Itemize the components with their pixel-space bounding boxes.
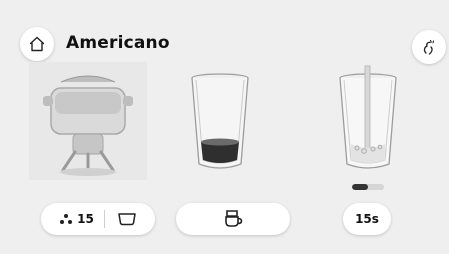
progress-fill xyxy=(352,184,368,190)
glass-espresso-icon xyxy=(191,73,249,169)
cup-size-selector[interactable] xyxy=(105,212,137,226)
strength-selector[interactable]: 15 xyxy=(59,212,104,226)
coffee-cup-icon xyxy=(225,210,243,227)
time-label: 15s xyxy=(355,212,379,226)
time-button[interactable]: 15s xyxy=(343,203,391,235)
coffee-beans-icon xyxy=(60,214,73,224)
dispense-progress xyxy=(352,184,384,190)
steam-icon xyxy=(423,39,435,55)
steam-button[interactable] xyxy=(412,30,446,64)
espresso-glass-step xyxy=(161,62,279,180)
water-glass-step xyxy=(309,62,427,180)
grinder-icon xyxy=(29,62,147,180)
strength-value: 15 xyxy=(77,212,94,226)
cup-size-icon xyxy=(118,213,136,226)
grinder-step xyxy=(29,62,147,180)
glass-water-icon xyxy=(339,65,397,169)
home-button[interactable] xyxy=(20,27,54,61)
page-title: Americano xyxy=(66,33,170,53)
home-icon xyxy=(29,36,45,52)
strength-cup-control[interactable]: 15 xyxy=(41,203,155,235)
brew-button[interactable] xyxy=(176,203,290,235)
